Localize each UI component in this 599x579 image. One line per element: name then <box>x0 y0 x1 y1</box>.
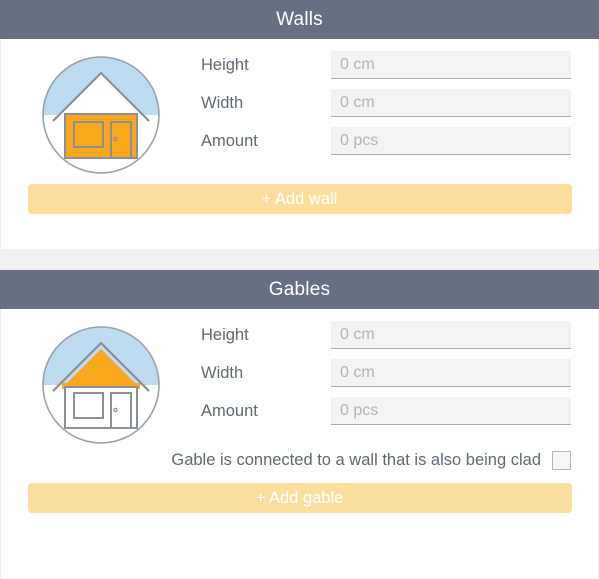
walls-height-label: Height <box>201 55 249 74</box>
gable-connected-checkbox[interactable] <box>552 451 571 470</box>
walls-panel-header: Walls <box>0 0 599 39</box>
add-wall-button[interactable]: + Add wall <box>27 184 572 214</box>
panel-gap <box>0 249 599 270</box>
gable-connected-row: Gable is connected to a wall that is als… <box>1 445 598 474</box>
gables-panel-body: Height Width Amount Gable is connected t… <box>0 309 599 579</box>
walls-height-input[interactable] <box>331 51 571 79</box>
gables-height-input[interactable] <box>331 321 571 349</box>
walls-amount-row: Amount <box>201 127 571 155</box>
gables-panel: Gables Height 0 cm Width 0 cm Amount 0 p… <box>0 270 599 579</box>
walls-amount-input[interactable] <box>331 127 571 155</box>
gables-amount-input[interactable] <box>331 397 571 425</box>
walls-width-row: Width <box>201 89 571 117</box>
gables-height-row: Height <box>201 321 571 349</box>
gables-width-input[interactable] <box>331 359 571 387</box>
gables-width-label: Width <box>201 363 244 382</box>
walls-amount-label: Amount <box>201 131 258 150</box>
house-walls-highlighted-icon <box>41 55 161 175</box>
walls-panel-body: Height Width Amount + Add wall <box>0 39 599 249</box>
gables-amount-label: Amount <box>201 401 258 420</box>
gables-width-row: Width <box>201 359 571 387</box>
gables-amount-row: Amount <box>201 397 571 425</box>
gable-connected-label: Gable is connected to a wall that is als… <box>171 451 541 469</box>
gables-icon-cell <box>1 321 201 445</box>
walls-panel-title: Walls <box>276 8 323 30</box>
walls-width-input[interactable] <box>331 89 571 117</box>
gables-panel-header: Gables <box>0 270 599 309</box>
walls-height-row: Height <box>201 51 571 79</box>
walls-main-row: Height Width Amount <box>1 39 598 175</box>
walls-fields: Height Width Amount <box>201 51 598 165</box>
gables-height-label: Height <box>201 325 249 344</box>
walls-icon-cell <box>1 51 201 175</box>
gables-main-row: Height Width Amount <box>1 309 598 445</box>
add-gable-button[interactable]: + Add gable <box>27 483 572 513</box>
walls-width-label: Width <box>201 93 244 112</box>
gables-panel-title: Gables <box>268 278 331 300</box>
walls-panel: Walls Height 0 cm Width 0 cm Amount 0 pc… <box>0 0 599 249</box>
gables-fields: Height Width Amount <box>201 321 598 435</box>
house-gable-highlighted-icon <box>41 325 161 445</box>
